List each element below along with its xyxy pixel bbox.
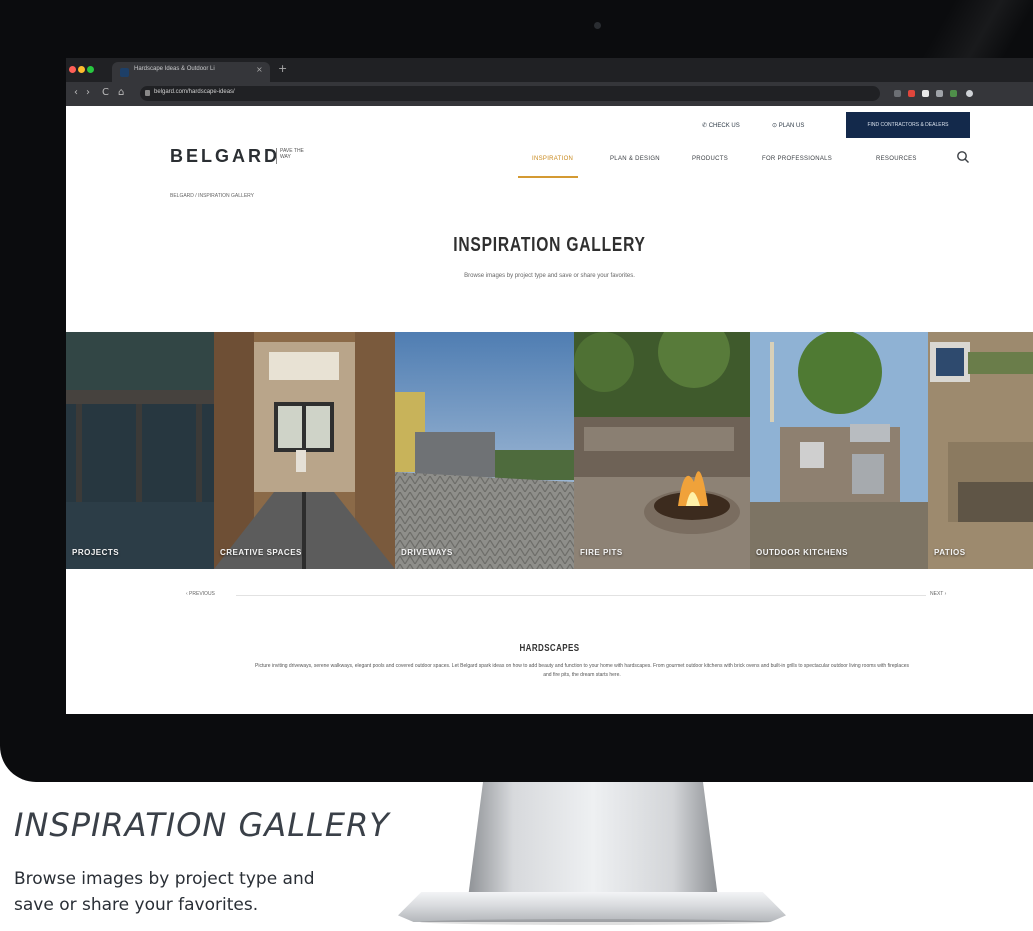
- browser-address-bar: ‹ › C ⌂ belgard.com/hardscape-ideas/: [66, 82, 1033, 106]
- search-icon[interactable]: [956, 150, 970, 164]
- creative-spaces-photo: [214, 332, 395, 569]
- gallery-progress-track: [236, 595, 926, 596]
- extension-icon-4[interactable]: [936, 90, 943, 97]
- fire-pits-photo: [574, 332, 750, 569]
- nav-item-resources[interactable]: RESOURCES: [876, 156, 917, 162]
- forward-icon[interactable]: ›: [86, 87, 90, 98]
- caption-subtitle: Browse images by project type and save o…: [14, 869, 315, 915]
- tile-label-patios: PATIOS: [934, 548, 966, 557]
- gallery-previous-button[interactable]: ‹ PREVIOUS: [186, 591, 215, 597]
- browser-tab-bar: Hardscape Ideas & Outdoor Li × +: [66, 58, 1033, 82]
- logo-divider: [276, 148, 277, 164]
- phone-link[interactable]: ✆ CHECK US: [702, 122, 740, 129]
- tile-label-driveways: DRIVEWAYS: [401, 548, 453, 557]
- tile-label-fire-pits: FIRE PITS: [580, 548, 623, 557]
- reload-icon[interactable]: C: [102, 87, 109, 98]
- monitor-screen: Hardscape Ideas & Outdoor Li × + ‹ › C ⌂…: [66, 58, 1033, 714]
- nav-item-plan-design[interactable]: PLAN & DESIGN: [610, 156, 660, 162]
- gallery-tile-creative-spaces[interactable]: CREATIVE SPACES: [214, 332, 395, 569]
- hardscapes-heading: HARDSCAPES: [519, 643, 580, 654]
- tab-title: Hardscape Ideas & Outdoor Li: [134, 66, 215, 72]
- url-field[interactable]: belgard.com/hardscape-ideas/: [140, 86, 880, 101]
- tile-label-creative-spaces: CREATIVE SPACES: [220, 548, 302, 557]
- back-icon[interactable]: ‹: [74, 87, 78, 98]
- extension-icon-1[interactable]: [894, 90, 901, 97]
- gallery-tile-driveways[interactable]: DRIVEWAYS: [395, 332, 574, 569]
- category-gallery: PROJECTS CREATIVE SPACES DRIVEWAYS FIRE …: [66, 332, 1033, 569]
- tile-label-outdoor-kitchens: OUTDOOR KITCHENS: [756, 548, 848, 557]
- tile-label-projects: PROJECTS: [72, 548, 120, 557]
- active-nav-underline: [518, 176, 578, 178]
- monitor-stand-neck: [468, 782, 718, 898]
- belgard-logo[interactable]: BELGARD: [170, 146, 280, 167]
- nav-item-products[interactable]: PRODUCTS: [692, 156, 728, 162]
- find-contractors-button[interactable]: FIND CONTRACTORS & DEALERS: [846, 112, 970, 138]
- monitor-bezel: Hardscape Ideas & Outdoor Li × + ‹ › C ⌂…: [0, 0, 1033, 782]
- gallery-tile-fire-pits[interactable]: FIRE PITS: [574, 332, 750, 569]
- extension-icon-3[interactable]: [922, 90, 929, 97]
- location-link[interactable]: ⊙ PLAN US: [772, 122, 804, 129]
- close-window-icon[interactable]: [69, 66, 76, 73]
- gallery-page-title: INSPIRATION GALLERY: [453, 234, 646, 256]
- website-page: ✆ CHECK US ⊙ PLAN US FIND CONTRACTORS & …: [66, 106, 1033, 714]
- home-icon[interactable]: ⌂: [118, 87, 124, 98]
- gallery-tile-projects[interactable]: PROJECTS: [66, 332, 214, 569]
- hardscapes-description: Picture inviting driveways, serene walkw…: [255, 663, 909, 678]
- nav-item-inspiration[interactable]: INSPIRATION: [532, 156, 573, 162]
- nav-item-for-professionals[interactable]: FOR PROFESSIONALS: [762, 156, 832, 162]
- outdoor-kitchens-photo: [750, 332, 928, 569]
- projects-photo: [66, 332, 214, 569]
- gallery-tile-outdoor-kitchens[interactable]: OUTDOOR KITCHENS: [750, 332, 928, 569]
- gallery-page-subtitle: Browse images by project type and save o…: [464, 273, 635, 279]
- driveways-photo: [395, 332, 574, 569]
- breadcrumb: BELGARD / INSPIRATION GALLERY: [170, 193, 255, 199]
- new-tab-button[interactable]: +: [278, 62, 287, 75]
- minimize-window-icon[interactable]: [78, 66, 85, 73]
- tab-close-icon[interactable]: ×: [256, 65, 263, 74]
- camera-dot: [594, 22, 601, 29]
- lock-icon: [145, 90, 150, 96]
- extension-icon-5[interactable]: [950, 90, 957, 97]
- url-text: belgard.com/hardscape-ideas/: [154, 89, 235, 95]
- caption-title: INSPIRATION GALLERY: [14, 806, 390, 844]
- extension-icon-2[interactable]: [908, 90, 915, 97]
- gallery-tile-patios[interactable]: PATIOS: [928, 332, 1033, 569]
- stand-shadow: [420, 919, 770, 925]
- logo-tagline: PAVE THE WAY: [280, 148, 304, 160]
- profile-avatar[interactable]: [966, 90, 973, 97]
- monitor-stand-base: [398, 892, 786, 922]
- patios-photo: [928, 332, 1033, 569]
- favicon-icon: [120, 68, 129, 77]
- gallery-next-button[interactable]: NEXT ›: [930, 591, 946, 597]
- browser-tab[interactable]: Hardscape Ideas & Outdoor Li ×: [112, 62, 270, 82]
- maximize-window-icon[interactable]: [87, 66, 94, 73]
